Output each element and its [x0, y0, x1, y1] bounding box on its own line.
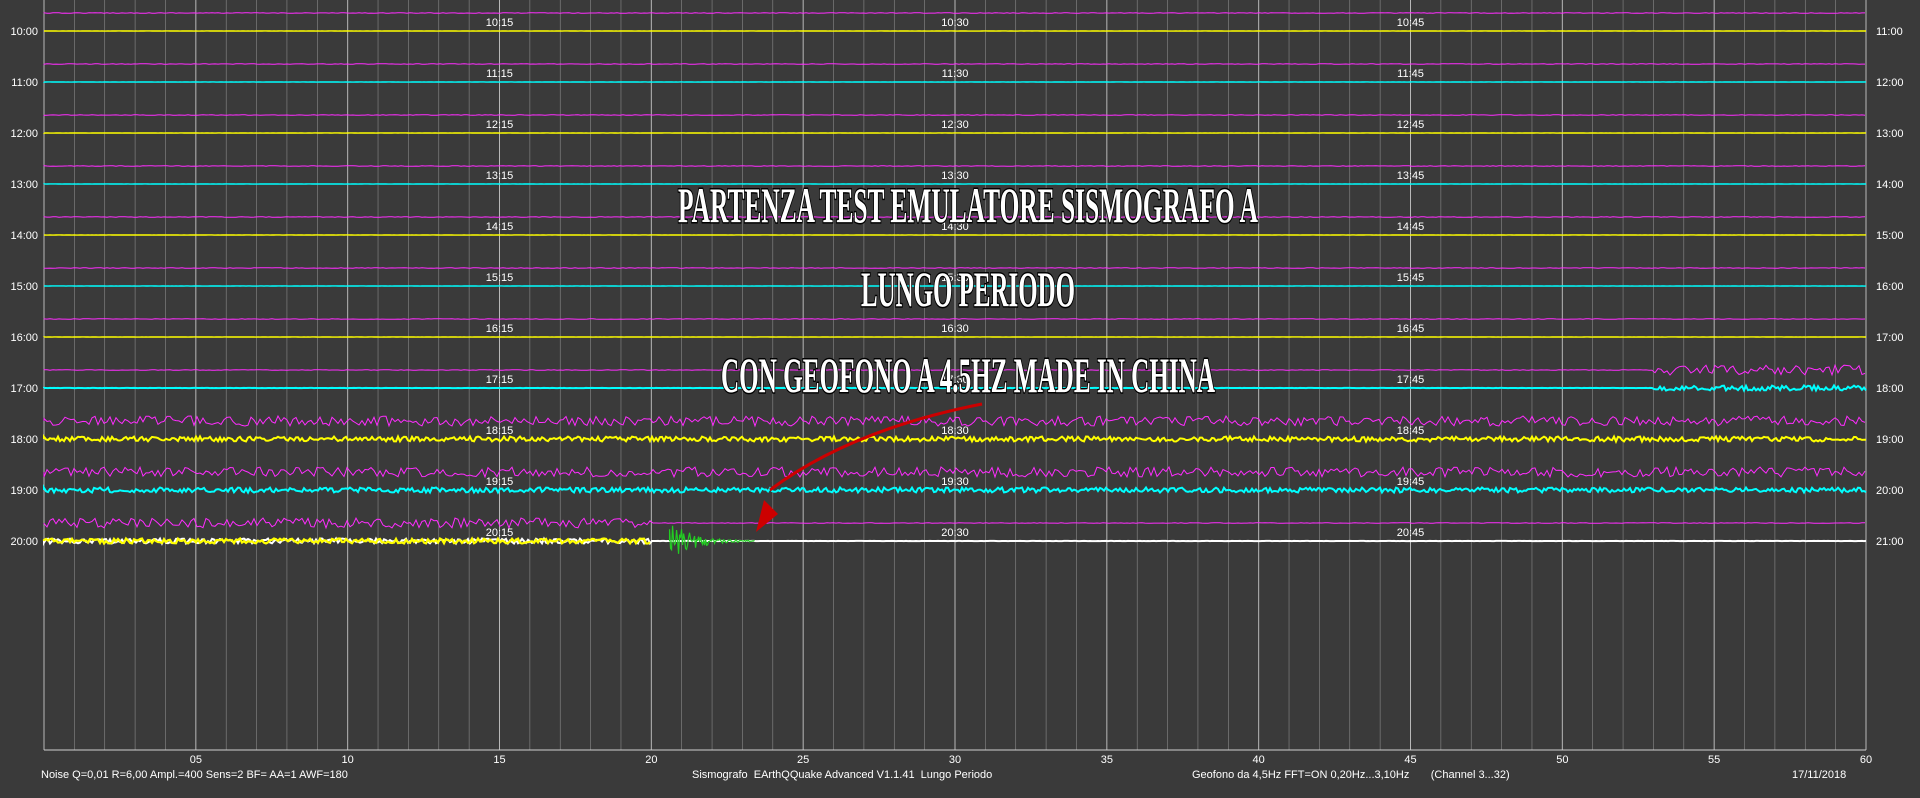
minute-tick-label: 60 [1860, 754, 1872, 766]
quarter-hour-label: 18:15 [486, 425, 514, 437]
minute-tick-label: 30 [949, 754, 961, 766]
quarter-hour-label: 20:30 [941, 527, 969, 539]
quarter-hour-label: 15:30 [941, 272, 969, 284]
magenta-trace [43, 63, 1865, 65]
quarter-hour-label: 10:15 [486, 17, 514, 29]
footer-date: 17/11/2018 [1792, 769, 1847, 781]
quarter-hour-label: 20:15 [486, 527, 514, 539]
left-hour-label: 12:00 [10, 128, 38, 140]
right-hour-label: 15:00 [1876, 230, 1904, 242]
minute-tick-label: 40 [1253, 754, 1265, 766]
quarter-hour-label: 18:45 [1397, 425, 1425, 437]
magenta-trace [43, 114, 1866, 116]
left-hour-label: 14:00 [10, 230, 38, 242]
quarter-hour-label: 10:45 [1397, 17, 1425, 29]
quarter-hour-label: 15:45 [1397, 272, 1425, 284]
quarter-hour-label: 17:45 [1397, 374, 1425, 386]
quarter-hour-label: 16:30 [941, 323, 969, 335]
quarter-hour-label: 12:15 [486, 119, 514, 131]
right-hour-label: 16:00 [1876, 281, 1904, 293]
quarter-hour-label: 14:30 [941, 221, 969, 233]
right-hour-label: 12:00 [1876, 77, 1904, 89]
minute-tick-label: 55 [1708, 754, 1720, 766]
quarter-hour-label: 19:30 [941, 476, 969, 488]
minute-tick-label: 15 [493, 754, 505, 766]
left-hour-label: 11:00 [11, 77, 38, 89]
quarter-hour-label: 17:15 [486, 374, 514, 386]
right-hour-label: 18:00 [1876, 383, 1904, 395]
right-hour-label: 17:00 [1876, 332, 1904, 344]
quarter-hour-label: 14:45 [1397, 221, 1425, 233]
minute-tick-label: 35 [1101, 754, 1113, 766]
quarter-hour-label: 11:45 [1397, 68, 1424, 80]
left-hour-label: 18:00 [10, 434, 38, 446]
quarter-hour-label: 16:45 [1397, 323, 1425, 335]
footer-noise-settings: Noise Q=0,01 R=6,00 Ampl.=400 Sens=2 BF=… [41, 769, 348, 781]
quarter-hour-label: 19:45 [1397, 476, 1425, 488]
right-hour-label: 20:00 [1876, 485, 1904, 497]
left-hour-label: 17:00 [10, 383, 38, 395]
quarter-hour-label: 13:15 [486, 170, 514, 182]
minute-tick-label: 25 [797, 754, 809, 766]
right-hour-label: 14:00 [1876, 179, 1904, 191]
quarter-hour-label: 12:30 [941, 119, 969, 131]
magenta-trace [43, 12, 1865, 14]
left-hour-label: 13:00 [10, 179, 38, 191]
quarter-hour-label: 19:15 [486, 476, 514, 488]
quarter-hour-label: 20:45 [1397, 527, 1425, 539]
quarter-hour-label: 18:30 [941, 425, 969, 437]
seismogram-plot: 10:00 11:00 10:15 10:30 10:45 11:00 12:00 11:15… [0, 0, 1920, 798]
quarter-hour-label: 11:30 [942, 68, 969, 80]
left-hour-label: 15:00 [10, 281, 38, 293]
right-hour-label: 21:00 [1876, 536, 1904, 548]
quarter-hour-label: 12:45 [1397, 119, 1425, 131]
quarter-hour-label: 11:15 [486, 68, 513, 80]
minute-tick-label: 10 [342, 754, 354, 766]
quarter-hour-label: 13:45 [1397, 170, 1425, 182]
minute-tick-label: 05 [190, 754, 202, 766]
quarter-hour-label: 17:30 [941, 374, 969, 386]
quarter-hour-label: 10:30 [941, 17, 969, 29]
quarter-hour-label: 16:15 [486, 323, 514, 335]
left-hour-label: 19:00 [10, 485, 38, 497]
left-hour-label: 16:00 [10, 332, 38, 344]
left-hour-label: 20:00 [10, 536, 38, 548]
right-hour-label: 19:00 [1876, 434, 1904, 446]
magenta-trace [43, 165, 1866, 167]
footer-program-name: Sismografo EArthQQuake Advanced V1.1.41 … [692, 769, 993, 781]
right-hour-label: 13:00 [1876, 128, 1904, 140]
quarter-hour-label: 13:30 [941, 170, 969, 182]
quarter-hour-label: 14:15 [486, 221, 514, 233]
quarter-hour-label: 15:15 [486, 272, 514, 284]
minute-tick-label: 45 [1404, 754, 1416, 766]
footer-sensor-info: Geofono da 4,5Hz FFT=ON 0,20Hz...3,10Hz … [1192, 769, 1510, 781]
minute-tick-label: 20 [645, 754, 657, 766]
right-hour-label: 11:00 [1876, 26, 1903, 38]
left-hour-label: 10:00 [10, 26, 38, 38]
minute-tick-label: 50 [1556, 754, 1568, 766]
